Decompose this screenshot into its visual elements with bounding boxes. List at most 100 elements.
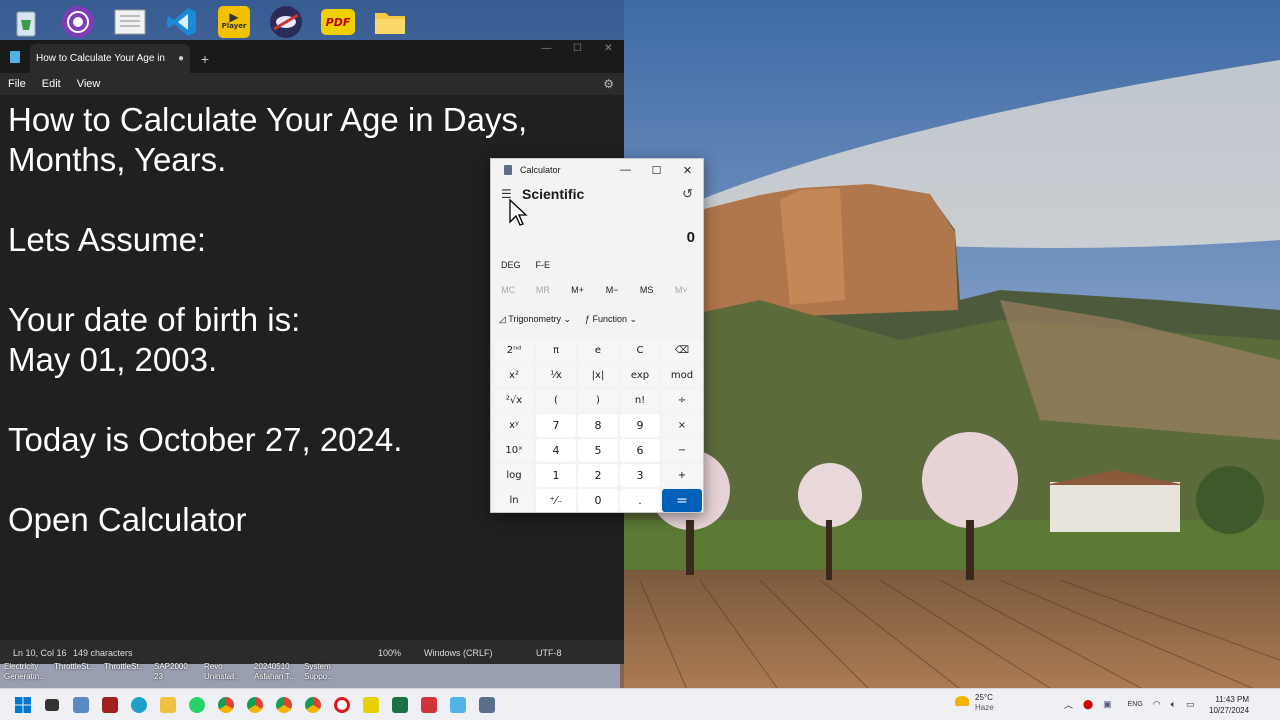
- app-icon[interactable]: [414, 692, 443, 718]
- digit-3-button[interactable]: 3: [620, 464, 660, 487]
- digit-8-button[interactable]: 8: [578, 414, 618, 437]
- battery-icon[interactable]: ▭: [1186, 699, 1195, 710]
- fe-button[interactable]: F-E: [536, 260, 551, 270]
- calculator-taskbar-icon[interactable]: [472, 692, 501, 718]
- digit-6-button[interactable]: 6: [620, 439, 660, 462]
- close-icon[interactable]: ✕: [593, 40, 624, 56]
- menu-edit[interactable]: Edit: [34, 78, 69, 90]
- multiply-button[interactable]: ×: [662, 414, 702, 437]
- minimize-icon[interactable]: —: [610, 159, 641, 181]
- mod-button[interactable]: mod: [662, 364, 702, 387]
- edge-browser-icon[interactable]: [124, 692, 153, 718]
- settings-gear-icon[interactable]: ⚙: [603, 77, 614, 91]
- square-root-button[interactable]: ²√x: [494, 389, 534, 412]
- shortcut-label[interactable]: ThrottleSt...: [54, 662, 98, 684]
- reciprocal-button[interactable]: ¹⁄x: [536, 364, 576, 387]
- close-paren-button[interactable]: ): [578, 389, 618, 412]
- excel-icon[interactable]: [385, 692, 414, 718]
- subtract-button[interactable]: −: [662, 439, 702, 462]
- digit-0-button[interactable]: 0: [578, 489, 618, 512]
- history-icon[interactable]: ↺: [682, 186, 693, 202]
- digit-1-button[interactable]: 1: [536, 464, 576, 487]
- file-explorer-icon[interactable]: [153, 692, 182, 718]
- chrome-icon[interactable]: [211, 692, 240, 718]
- log-button[interactable]: log: [494, 464, 534, 487]
- whatsapp-icon[interactable]: [182, 692, 211, 718]
- power-button[interactable]: xʸ: [494, 414, 534, 437]
- taskbar-clock[interactable]: 11:43 PM 10/27/2024: [1209, 694, 1249, 716]
- antivirus-tray-icon[interactable]: ⬤: [1083, 699, 1093, 710]
- document-text-area[interactable]: How to Calculate Your Age in Days, Month…: [8, 100, 527, 540]
- trigonometry-dropdown[interactable]: ◿ Trigonometry ⌄: [499, 314, 571, 325]
- image-viewer-icon[interactable]: [66, 692, 95, 718]
- function-dropdown[interactable]: ƒ Function ⌄: [585, 314, 637, 325]
- digit-7-button[interactable]: 7: [536, 414, 576, 437]
- show-hidden-icons-chevron-icon[interactable]: ︿: [1064, 698, 1073, 711]
- chrome-icon[interactable]: [298, 692, 327, 718]
- start-button[interactable]: [8, 692, 37, 718]
- decimal-button[interactable]: .: [620, 489, 660, 512]
- shortcut-label[interactable]: SAP2000 23: [154, 662, 198, 684]
- mc-button[interactable]: MC: [491, 285, 526, 295]
- digit-5-button[interactable]: 5: [578, 439, 618, 462]
- volume-icon[interactable]: 🔈︎: [1171, 699, 1176, 710]
- recycle-bin-icon[interactable]: [0, 0, 52, 44]
- pi-button[interactable]: π: [536, 339, 576, 362]
- maximize-icon[interactable]: ☐: [562, 40, 593, 56]
- task-view-icon[interactable]: [37, 692, 66, 718]
- e-button[interactable]: e: [578, 339, 618, 362]
- second-button[interactable]: 2ⁿᵈ: [494, 339, 534, 362]
- chrome-icon[interactable]: [269, 692, 298, 718]
- square-button[interactable]: x²: [494, 364, 534, 387]
- weather-widget[interactable]: 25°C Haze: [955, 693, 994, 713]
- shortcut-label[interactable]: Revo Uninstall...: [204, 662, 248, 684]
- add-button[interactable]: +: [662, 464, 702, 487]
- shortcut-label[interactable]: Electricity Generatin...: [4, 662, 48, 684]
- tray-app-icon[interactable]: ▣: [1103, 699, 1112, 710]
- potplayer-icon[interactable]: ▶ Player: [208, 0, 260, 44]
- pdf-app-icon[interactable]: [356, 692, 385, 718]
- notepad-taskbar-icon[interactable]: [443, 692, 472, 718]
- exp-button[interactable]: exp: [620, 364, 660, 387]
- factorial-button[interactable]: n!: [620, 389, 660, 412]
- digit-9-button[interactable]: 9: [620, 414, 660, 437]
- menu-view[interactable]: View: [69, 78, 109, 90]
- m-minus-button[interactable]: M−: [595, 285, 630, 295]
- pdf-reader-icon[interactable]: PDF: [312, 0, 364, 44]
- wifi-icon[interactable]: ◠: [1153, 699, 1161, 710]
- mr-button[interactable]: MR: [526, 285, 561, 295]
- minimize-icon[interactable]: —: [531, 40, 562, 56]
- new-tab-button[interactable]: +: [190, 44, 220, 73]
- negate-button[interactable]: ⁺⁄₋: [536, 489, 576, 512]
- opera-icon[interactable]: [327, 692, 356, 718]
- maximize-icon[interactable]: ☐: [641, 159, 672, 181]
- language-indicator[interactable]: ENG: [1128, 701, 1143, 708]
- opera-gx-icon[interactable]: [260, 0, 312, 44]
- clear-button[interactable]: C: [620, 339, 660, 362]
- open-paren-button[interactable]: (: [536, 389, 576, 412]
- digit-2-button[interactable]: 2: [578, 464, 618, 487]
- divide-button[interactable]: ÷: [662, 389, 702, 412]
- m-plus-button[interactable]: M+: [560, 285, 595, 295]
- ten-power-button[interactable]: 10ˣ: [494, 439, 534, 462]
- digit-4-button[interactable]: 4: [536, 439, 576, 462]
- close-icon[interactable]: ✕: [672, 159, 703, 181]
- tab-document[interactable]: How to Calculate Your Age in D ●: [30, 44, 190, 73]
- memory-list-button[interactable]: M˅: [664, 285, 699, 295]
- absolute-button[interactable]: |x|: [578, 364, 618, 387]
- ln-button[interactable]: ln: [494, 489, 534, 512]
- tor-browser-icon[interactable]: [52, 0, 104, 44]
- menu-file[interactable]: File: [0, 78, 34, 90]
- equals-button[interactable]: =: [662, 489, 702, 512]
- deg-button[interactable]: DEG: [501, 260, 521, 270]
- folder-icon[interactable]: [364, 0, 416, 44]
- backspace-icon[interactable]: ⌫: [662, 339, 702, 362]
- media-app-icon[interactable]: [95, 692, 124, 718]
- vscode-icon[interactable]: [156, 0, 208, 44]
- chrome-icon[interactable]: [240, 692, 269, 718]
- shortcut-label[interactable]: ThrottleSt...: [104, 662, 148, 684]
- shortcut-label[interactable]: 20240510 Asfahan T...: [254, 662, 298, 684]
- document-icon[interactable]: [104, 0, 156, 44]
- ms-button[interactable]: MS: [629, 285, 664, 295]
- shortcut-label[interactable]: System Suppo...: [304, 662, 348, 684]
